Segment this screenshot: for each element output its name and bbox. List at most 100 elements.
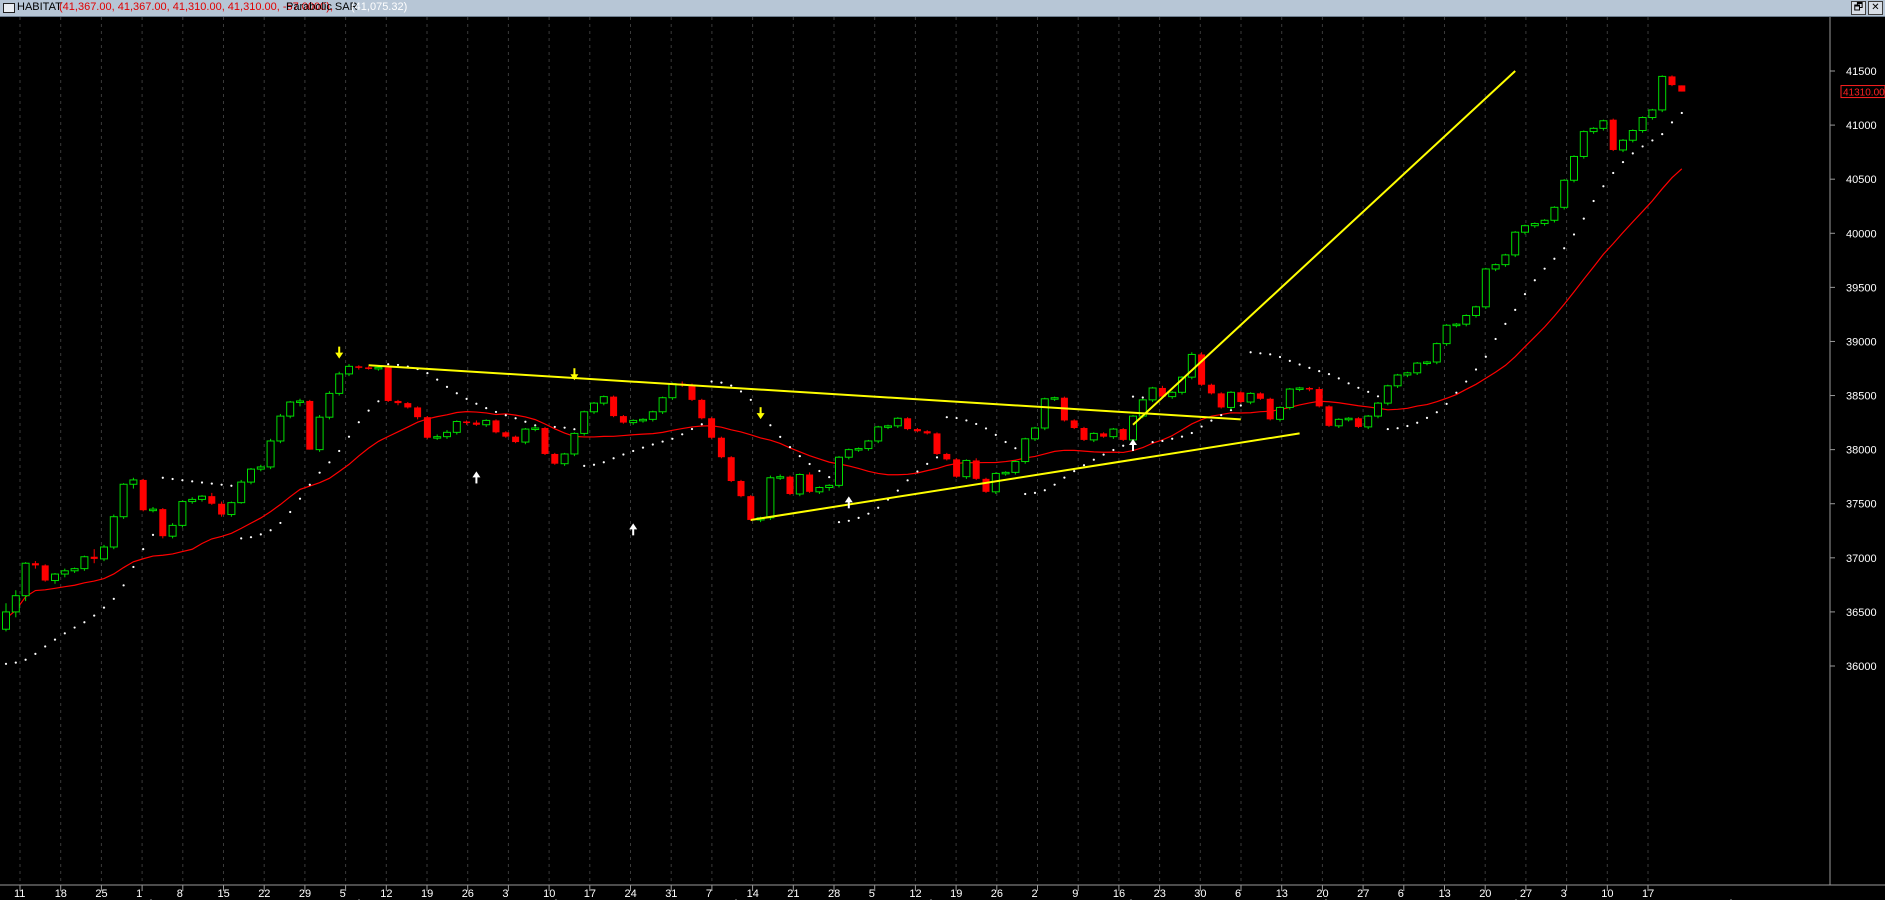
time-tick-label: 2 xyxy=(1032,888,1038,900)
candle-body xyxy=(1619,139,1627,151)
sar-dot xyxy=(1661,133,1664,136)
candle-body xyxy=(247,468,255,483)
sar-dot xyxy=(1396,427,1399,430)
candle-body xyxy=(727,457,735,482)
sar-dot xyxy=(1357,386,1360,389)
candle-body xyxy=(864,440,873,450)
price-tick-label: 37500 xyxy=(1846,499,1877,511)
sar-dot xyxy=(1533,279,1536,282)
signal-arrows xyxy=(335,346,1137,536)
candle-body xyxy=(1530,223,1539,227)
candle-body xyxy=(60,570,69,575)
candle-body xyxy=(923,431,931,434)
sar-dot xyxy=(34,652,37,655)
sar-dot xyxy=(1033,491,1037,494)
indicator-name: Parabolic SAR xyxy=(286,1,358,13)
sar-dot xyxy=(426,371,429,375)
candle-body xyxy=(1237,392,1245,403)
candle-body xyxy=(776,476,785,479)
time-tick-label: 3 xyxy=(1561,888,1567,900)
sar-dot xyxy=(1337,377,1340,380)
sar-dot xyxy=(230,484,233,487)
candle-body xyxy=(11,595,20,613)
sar-dot xyxy=(573,428,576,431)
sar-dot xyxy=(916,470,919,473)
candle-body xyxy=(227,502,236,516)
candle-body xyxy=(904,418,912,430)
sar-dot xyxy=(857,516,860,520)
sar-dot xyxy=(563,426,566,429)
candle-body xyxy=(1285,388,1294,408)
sar-dot xyxy=(328,461,331,464)
time-tick-label: 20 xyxy=(1479,888,1491,900)
sar-dot xyxy=(877,506,880,509)
candle-body xyxy=(1325,406,1333,426)
candle-body xyxy=(502,432,510,437)
sar-dot xyxy=(671,437,674,440)
candle-body xyxy=(1579,131,1588,157)
candle-body xyxy=(463,421,471,424)
sar-dot xyxy=(1112,448,1115,452)
time-tick-label: 10 xyxy=(1601,888,1613,900)
candle-body xyxy=(1413,362,1422,374)
sar-dot xyxy=(200,481,204,484)
candle-body xyxy=(619,416,627,423)
time-tick-label: 1 xyxy=(136,888,142,900)
sar-dot xyxy=(1474,368,1478,371)
sar-dot xyxy=(53,638,57,641)
price-chart[interactable]: 36000 36500 37000 37500 38000 38500 39000 39500… xyxy=(0,17,1885,900)
sar-dot xyxy=(906,479,909,482)
candle-body xyxy=(1442,324,1451,345)
candle-body xyxy=(394,400,402,404)
candle-body xyxy=(414,407,422,418)
sar-dot xyxy=(1563,247,1566,250)
candle-body xyxy=(590,402,598,413)
candle-body xyxy=(531,427,540,430)
candle-body xyxy=(1040,398,1049,429)
candle-body xyxy=(129,479,138,485)
sar-dot xyxy=(1543,267,1546,270)
sar-dot xyxy=(1602,185,1605,188)
candle-body xyxy=(1100,433,1108,437)
candle-body xyxy=(668,383,677,399)
sar-dot xyxy=(132,565,135,569)
candle-body xyxy=(610,396,618,417)
candle-body xyxy=(1364,415,1373,428)
candle-body xyxy=(933,433,941,454)
time-tick-label: 19 xyxy=(421,888,433,900)
candle-body xyxy=(1021,438,1030,463)
sar-dot xyxy=(1465,380,1468,383)
price-tick-label: 39500 xyxy=(1846,282,1877,294)
candle-body xyxy=(1354,418,1362,427)
candle-body xyxy=(629,419,638,424)
sar-dot xyxy=(240,537,243,540)
sar-dot xyxy=(1621,160,1625,164)
restore-button[interactable]: 🗗 xyxy=(1851,1,1866,15)
sar-dot xyxy=(44,645,47,648)
price-tick-label: 36000 xyxy=(1846,661,1877,673)
sar-dot xyxy=(1004,440,1007,444)
sar-dot xyxy=(181,479,184,482)
candle-body xyxy=(717,437,725,458)
candle-body xyxy=(1481,268,1490,308)
candle-body xyxy=(1638,117,1647,131)
candle-body xyxy=(1599,120,1608,129)
candle-body xyxy=(795,474,804,495)
sar-dot xyxy=(867,512,870,515)
candle-body xyxy=(306,400,314,450)
close-button[interactable]: ✕ xyxy=(1868,1,1883,15)
time-tick-label: 5 xyxy=(340,888,346,900)
candle-body xyxy=(286,401,295,417)
sar-dot xyxy=(1073,470,1076,473)
time-tick-label: 18 xyxy=(55,888,67,900)
sar-dot xyxy=(553,425,556,429)
chart-window-icon xyxy=(3,3,15,13)
candle-body xyxy=(178,501,187,526)
time-tick-label: 16 xyxy=(1113,888,1125,900)
candle-body xyxy=(1011,461,1020,473)
price-tick-label: 37000 xyxy=(1846,553,1877,565)
sar-dot xyxy=(1386,427,1389,431)
sar-dot xyxy=(210,482,213,485)
candle-body xyxy=(599,396,608,404)
down-arrow-head xyxy=(756,413,765,420)
